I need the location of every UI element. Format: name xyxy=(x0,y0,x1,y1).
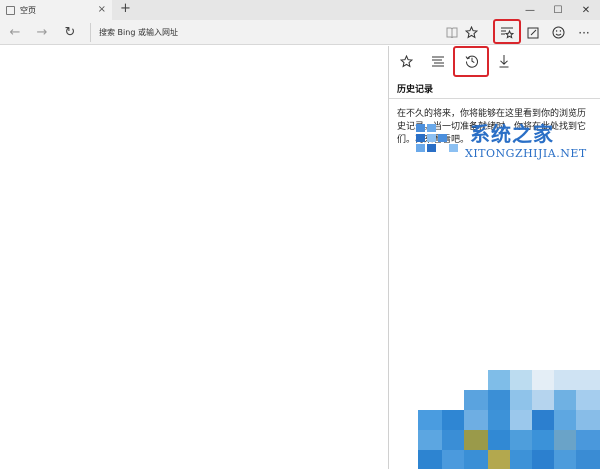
more-dots-icon: ··· xyxy=(578,25,590,40)
feedback-button[interactable] xyxy=(547,23,569,42)
reading-list-icon xyxy=(432,56,444,66)
star-icon xyxy=(464,26,478,39)
forward-button[interactable]: → xyxy=(32,23,52,42)
tab-downloads[interactable] xyxy=(491,50,517,72)
minimize-button[interactable]: — xyxy=(517,0,543,20)
new-tab-button[interactable]: + xyxy=(120,2,131,16)
divider xyxy=(389,98,600,99)
hub-section-title: 历史记录 xyxy=(397,85,434,95)
star-icon xyxy=(399,54,413,68)
web-note-button[interactable] xyxy=(522,23,544,42)
hub-button-highlight xyxy=(493,19,521,44)
browser-tab[interactable]: 空页 × xyxy=(0,0,112,20)
watermark-domain: XITONGZHIJIA.NET xyxy=(465,147,587,160)
close-window-button[interactable]: ✕ xyxy=(573,0,599,20)
pen-edit-icon xyxy=(527,27,539,38)
mosaic-decoration xyxy=(418,370,600,469)
favorite-star-button[interactable] xyxy=(460,23,482,42)
download-arrow-icon xyxy=(499,55,509,68)
back-button[interactable]: ← xyxy=(5,23,25,42)
address-placeholder: 搜索 Bing 或输入网址 xyxy=(99,28,178,37)
book-icon xyxy=(446,27,458,38)
tab-close-icon[interactable]: × xyxy=(98,4,106,16)
tab-title: 空页 xyxy=(20,5,36,15)
more-options-button[interactable]: ··· xyxy=(573,23,595,42)
maximize-button[interactable]: ☐ xyxy=(545,0,571,20)
tab-reading-list[interactable] xyxy=(425,50,451,72)
hub-tab-bar xyxy=(389,46,600,76)
watermark-logo-icon xyxy=(416,124,458,152)
tab-favorites[interactable] xyxy=(393,50,419,72)
watermark-brand: 系统之家 xyxy=(470,122,554,146)
watermark: 系统之家 XITONGZHIJIA.NET xyxy=(410,104,595,176)
page-icon xyxy=(6,5,15,15)
history-tab-highlight xyxy=(453,46,489,77)
smiley-icon xyxy=(552,26,564,39)
title-bar: 空页 × + — ☐ ✕ xyxy=(0,0,600,20)
refresh-button[interactable]: ↻ xyxy=(60,23,80,42)
address-bar[interactable]: 搜索 Bing 或输入网址 xyxy=(90,23,485,42)
